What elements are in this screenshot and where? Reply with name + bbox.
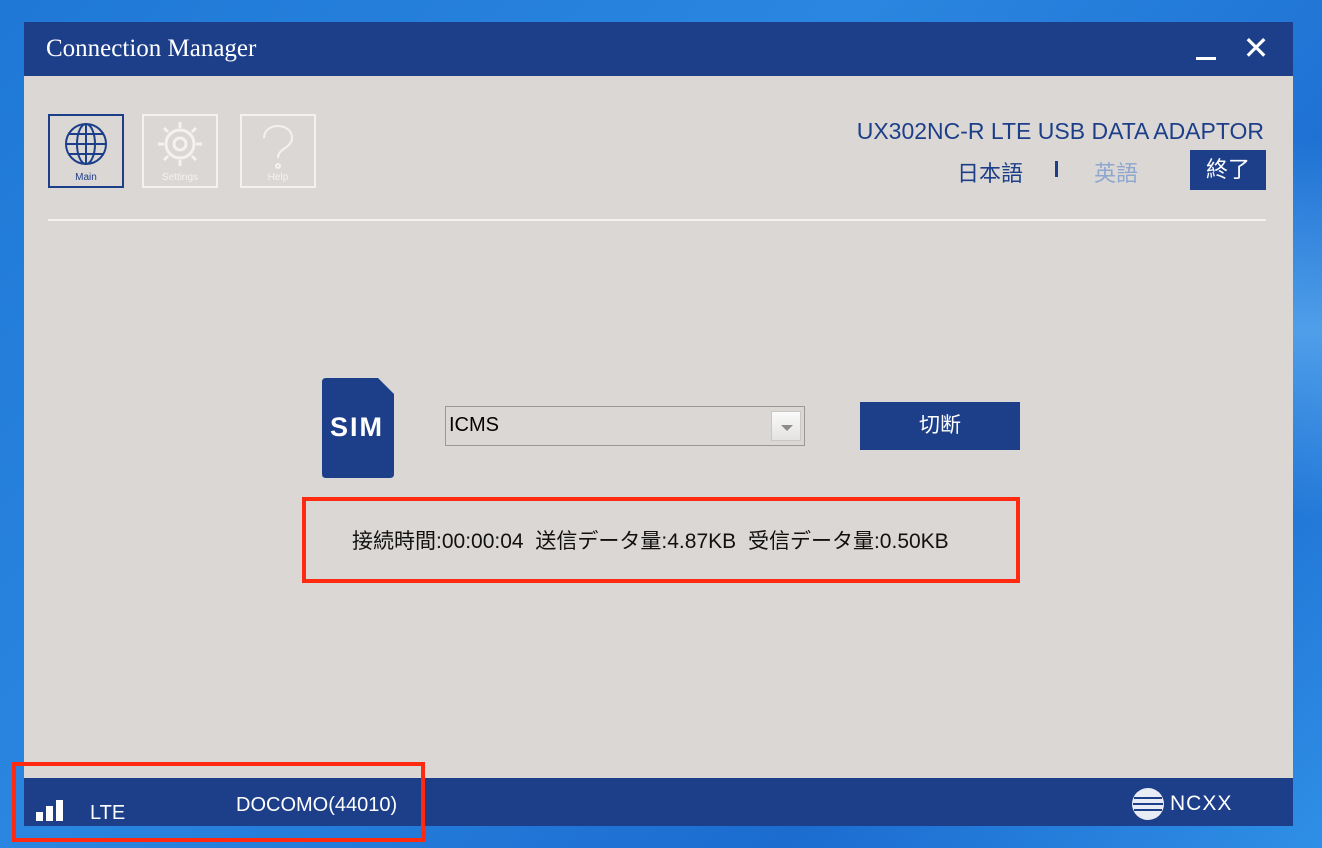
window-title: Connection Manager [46, 35, 257, 62]
nav-help-button[interactable]: Help [240, 114, 316, 188]
exit-button[interactable]: 終了 [1190, 150, 1266, 190]
brand-label: NCXX [1170, 792, 1233, 815]
chevron-down-icon[interactable] [771, 411, 801, 441]
nav-main-label: Main [75, 172, 97, 183]
disconnect-button[interactable]: 切断 [860, 402, 1020, 450]
connection-stats-text: 接続時間:00:00:04 送信データ量:4.87KB 受信データ量:0.50K… [352, 530, 949, 553]
minimize-button[interactable] [1192, 30, 1222, 66]
status-highlight-box [12, 762, 425, 842]
sim-label: SIM [329, 412, 384, 442]
header-divider [48, 219, 1266, 221]
ncxx-logo-icon [1132, 788, 1164, 820]
close-button[interactable]: ✕ [1240, 30, 1272, 66]
device-model-label: UX302NC-R LTE USB DATA ADAPTOR [856, 118, 1264, 144]
nav-help-label: Help [267, 172, 289, 183]
connection-profile-value: ICMS [449, 414, 499, 436]
language-english-link[interactable]: 英語 [1094, 156, 1138, 188]
nav-main-button[interactable]: Main [48, 114, 124, 188]
language-japanese-link[interactable]: 日本語 [957, 156, 1023, 188]
connection-profile-select[interactable]: ICMS [445, 406, 805, 446]
title-bar: Connection Manager ✕ [24, 22, 1293, 76]
nav-settings-button[interactable]: Settings [142, 114, 218, 188]
language-separator [1055, 161, 1058, 177]
connection-manager-window: Connection Manager ✕ Main Settings Help … [24, 22, 1293, 826]
nav-settings-label: Settings [161, 172, 199, 183]
